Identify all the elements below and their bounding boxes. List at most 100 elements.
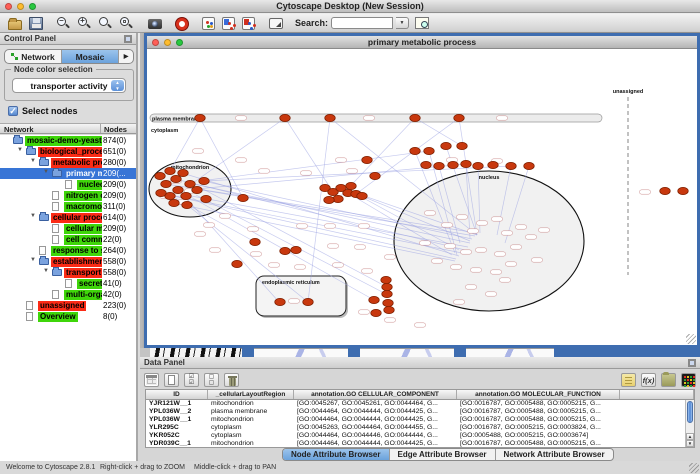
- table-cell[interactable]: [GO:0016787, GO:0005488, GO:0005215, G..…: [457, 408, 620, 416]
- tree-row[interactable]: ▼cellular process614(0): [0, 212, 136, 223]
- network-node[interactable]: [488, 161, 498, 168]
- table-cell[interactable]: YJR121W__1: [146, 400, 208, 408]
- tab-node-attribute-browser[interactable]: Node Attribute Browser: [283, 449, 390, 460]
- tree-row[interactable]: Overview8(0): [0, 311, 136, 322]
- expander-icon[interactable]: ▼: [43, 268, 49, 274]
- open-icon[interactable]: [8, 20, 22, 30]
- search-dropdown-button[interactable]: ▼: [396, 17, 409, 29]
- delete-attribute-icon[interactable]: [224, 373, 239, 387]
- network-node[interactable]: [357, 192, 367, 199]
- network-node[interactable]: [325, 114, 335, 121]
- table-cell[interactable]: plasma membrane: [208, 408, 294, 416]
- table-cell[interactable]: [620, 424, 694, 432]
- frame-resize-grip[interactable]: [686, 334, 696, 344]
- network-node[interactable]: [384, 306, 394, 313]
- tree-row[interactable]: ▼metabolic process280(0): [0, 157, 136, 168]
- network-node[interactable]: [169, 199, 179, 206]
- table-cell[interactable]: [GO:0005488, GO:0005215, GO:0003674]: [457, 432, 620, 440]
- network-node[interactable]: [461, 160, 471, 167]
- network-node[interactable]: [161, 180, 171, 187]
- network-node[interactable]: [448, 161, 458, 168]
- network-node[interactable]: [201, 195, 211, 202]
- scrollbar-thumb[interactable]: [687, 401, 693, 423]
- network-node[interactable]: [232, 260, 242, 267]
- table-cell[interactable]: [GO:0044464, GO:0044444, GO:0044425, G..…: [294, 408, 457, 416]
- tree-row[interactable]: secretion41(0): [0, 278, 136, 289]
- table-row[interactable]: YDR039C__1mitochondrion[GO:0044464, GO:0…: [146, 440, 694, 448]
- tree-row[interactable]: nitrogen compo209(0): [0, 190, 136, 201]
- attribute-table-icon[interactable]: [144, 373, 159, 387]
- select-nodes-checkbox[interactable]: ✓: [8, 106, 18, 116]
- network-node[interactable]: [181, 192, 191, 199]
- column-header[interactable]: [620, 390, 694, 399]
- network-node[interactable]: [421, 161, 431, 168]
- tree-row[interactable]: ▼biological_process651(0): [0, 146, 136, 157]
- table-cell[interactable]: YPL036W__1: [146, 416, 208, 424]
- network-node[interactable]: [473, 162, 483, 169]
- zoom-fit-icon[interactable]: [99, 17, 113, 30]
- table-cell[interactable]: cytoplasm: [208, 432, 294, 440]
- table-cell[interactable]: [620, 440, 694, 448]
- float-panel-icon[interactable]: [124, 35, 132, 43]
- network-node[interactable]: [192, 186, 202, 193]
- formula-builder-icon[interactable]: f(x): [641, 373, 656, 387]
- expander-icon[interactable]: ▼: [30, 257, 36, 263]
- network-view-frame[interactable]: primary metabolic process plasma membran…: [144, 33, 700, 348]
- table-scrollbar[interactable]: ▲ ▼: [685, 400, 694, 447]
- network-node[interactable]: [165, 167, 175, 174]
- column-header[interactable]: ID: [146, 390, 208, 399]
- network-node[interactable]: [369, 296, 379, 303]
- network-node[interactable]: [370, 172, 380, 179]
- attribute-table[interactable]: ID_cellularLayoutRegionannotation.GO CEL…: [145, 389, 695, 448]
- network-node[interactable]: [185, 180, 195, 187]
- notepad-icon[interactable]: [621, 373, 636, 387]
- tree-row[interactable]: macromolecule311(0): [0, 201, 136, 212]
- filter-icon[interactable]: [242, 17, 255, 30]
- help-icon[interactable]: [176, 18, 188, 30]
- tab-network[interactable]: Network: [5, 50, 62, 63]
- camera-icon[interactable]: [148, 19, 162, 29]
- new-attribute-icon[interactable]: [164, 373, 179, 387]
- column-header[interactable]: annotation.GO CELLULAR_COMPONENT: [294, 390, 457, 399]
- network-node[interactable]: [382, 290, 392, 297]
- table-cell[interactable]: mitochondrion: [208, 400, 294, 408]
- network-node[interactable]: [371, 309, 381, 316]
- tree-row[interactable]: mosaic-demo-yeast874(0): [0, 135, 136, 146]
- column-header[interactable]: _cellularLayoutRegion: [208, 390, 294, 399]
- network-node[interactable]: [660, 187, 670, 194]
- table-row[interactable]: YPL036W__1mitochondrion[GO:0044464, GO:0…: [146, 416, 694, 424]
- tree-row[interactable]: ▼transport558(0): [0, 267, 136, 278]
- zoom-in-icon[interactable]: +: [78, 17, 92, 30]
- heatmap-icon[interactable]: [681, 373, 696, 387]
- network-node[interactable]: [346, 182, 356, 189]
- network-node[interactable]: [324, 196, 334, 203]
- table-cell[interactable]: [GO:0044464, GO:0044446, GO:0044444, G..…: [294, 432, 457, 440]
- expander-icon[interactable]: ▼: [30, 213, 36, 219]
- table-cell[interactable]: [GO:0044464, GO:0044444, GO:0044425, G..…: [294, 440, 457, 448]
- zoom-out-icon[interactable]: –: [57, 17, 71, 30]
- zoom-region-icon[interactable]: [120, 17, 134, 30]
- table-cell[interactable]: [620, 416, 694, 424]
- network-node[interactable]: [524, 162, 534, 169]
- network-node[interactable]: [250, 238, 260, 245]
- table-row[interactable]: YJR121W__1mitochondrion[GO:0045267, GO:0…: [146, 400, 694, 408]
- network-node[interactable]: [383, 299, 393, 306]
- network-node[interactable]: [275, 298, 285, 305]
- network-node[interactable]: [381, 276, 391, 283]
- attribute-table-body[interactable]: YJR121W__1mitochondrion[GO:0045267, GO:0…: [146, 400, 694, 448]
- column-header[interactable]: annotation.GO MOLECULAR_FUNCTION: [457, 390, 620, 399]
- network-node[interactable]: [178, 169, 188, 176]
- tab-overflow-arrow[interactable]: ▶: [119, 50, 133, 63]
- network-node[interactable]: [280, 114, 290, 121]
- network-node[interactable]: [156, 189, 166, 196]
- tree-row[interactable]: ▼establishment of lo558(0): [0, 256, 136, 267]
- network-node[interactable]: [195, 114, 205, 121]
- expander-icon[interactable]: ▼: [17, 147, 23, 153]
- table-cell[interactable]: [620, 408, 694, 416]
- network-node[interactable]: [182, 201, 192, 208]
- network-node[interactable]: [291, 246, 301, 253]
- network-node[interactable]: [454, 114, 464, 121]
- table-cell[interactable]: [GO:0044464, GO:0044444, GO:0044425, G..…: [294, 416, 457, 424]
- table-cell[interactable]: [GO:0045267, GO:0045261, GO:0044464, G..…: [294, 400, 457, 408]
- network-node[interactable]: [410, 147, 420, 154]
